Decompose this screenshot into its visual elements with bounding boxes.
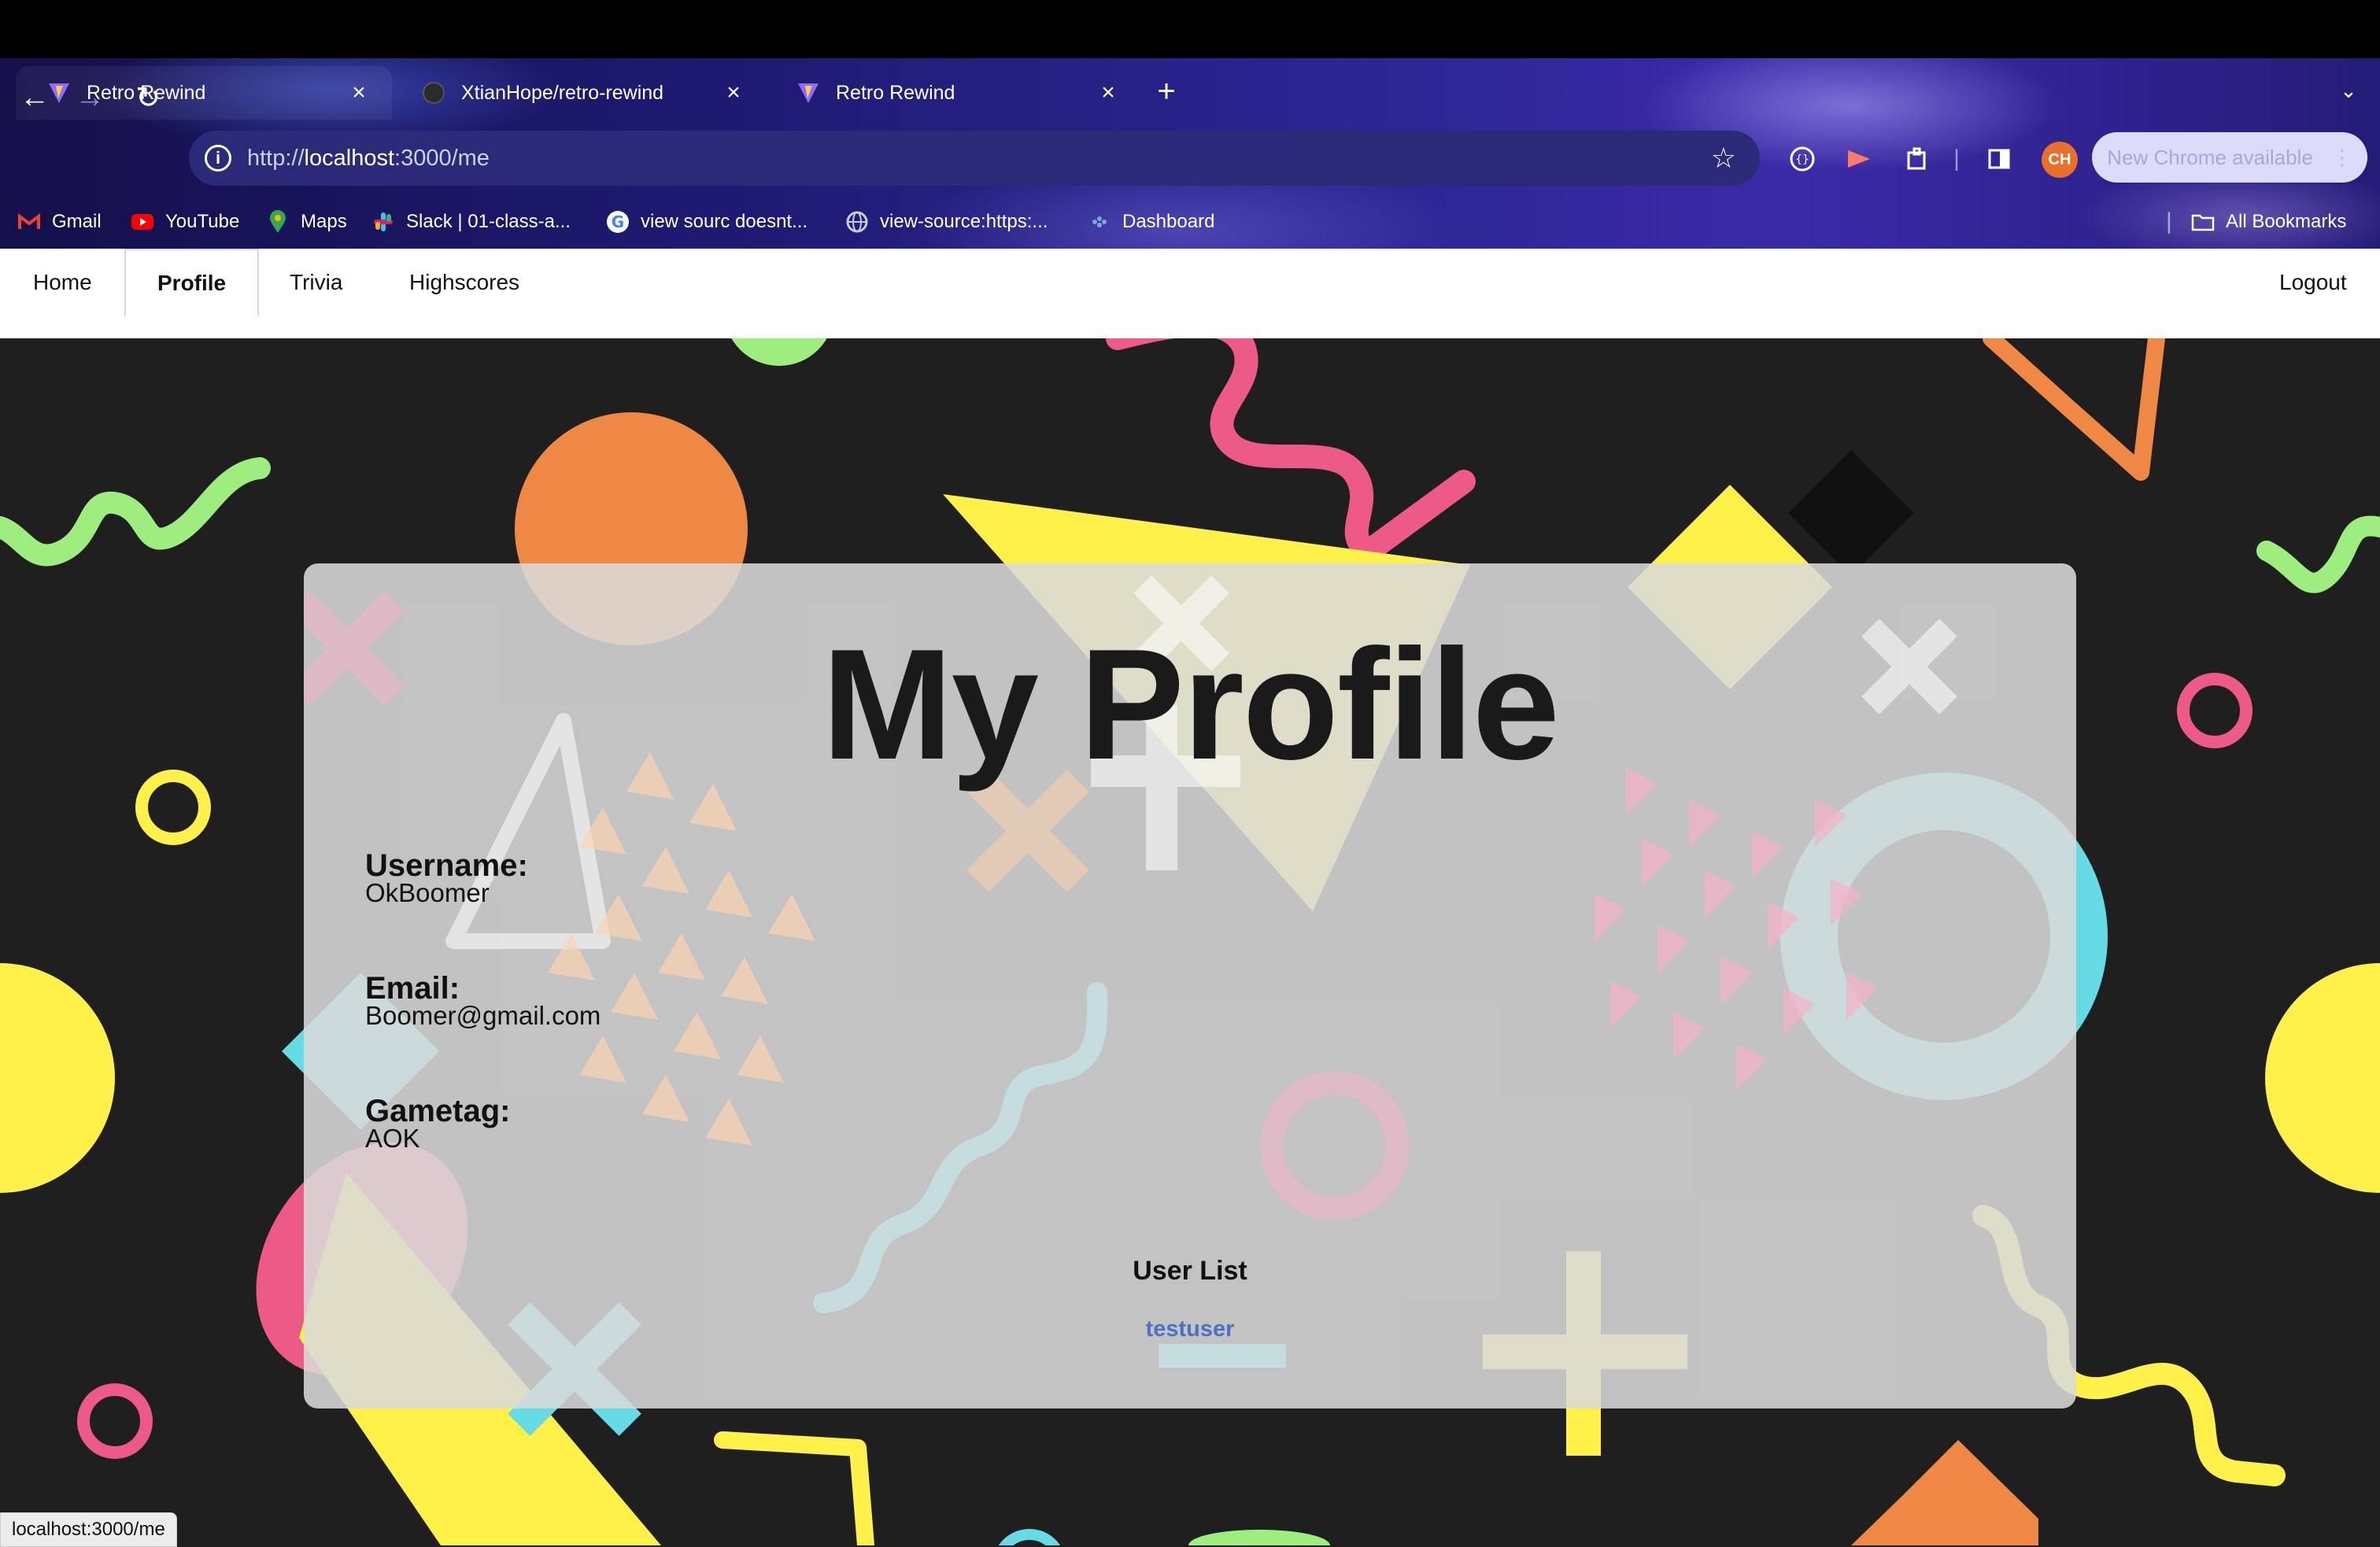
maps-icon [266, 210, 290, 234]
window-top-bar [0, 0, 2380, 58]
svg-text:G: G [612, 212, 624, 231]
svg-text:{}: {} [1795, 153, 1809, 166]
slack-icon [371, 210, 395, 234]
bookmark-view-source-search[interactable]: G view sourc doesnt... [606, 201, 808, 242]
close-tab-icon[interactable]: × [346, 79, 371, 105]
reload-icon[interactable]: ↻ [129, 79, 167, 116]
site-info-icon[interactable]: i [205, 145, 231, 172]
nav-highscores[interactable]: Highscores [409, 249, 519, 316]
email-value: Boomer@gmail.com [365, 1001, 601, 1030]
github-icon [422, 81, 445, 105]
cyan-bar-card [1159, 1344, 1286, 1368]
chrome-update-button[interactable]: New Chrome available ⋮ [2092, 132, 2367, 183]
status-bar: localhost:3000/me [0, 1512, 177, 1547]
tab-search-chevron-icon[interactable]: ⌄ [2334, 79, 2363, 107]
extensions-puzzle-icon[interactable] [1900, 142, 1935, 176]
green-squiggle-right-shape [2256, 515, 2380, 593]
navbar-spacer [0, 316, 2380, 338]
url-text: http://localhost:3000/me [247, 145, 490, 171]
yellow-corner-shape [714, 1431, 874, 1545]
tab-title: Retro Rewind [87, 81, 206, 104]
bookmark-youtube[interactable]: YouTube [131, 201, 239, 242]
all-bookmarks-button[interactable]: All Bookmarks [2191, 201, 2346, 242]
pink-squiggle-shape [1106, 338, 1476, 563]
address-bar[interactable]: i http://localhost:3000/me ☆ [189, 131, 1760, 186]
yellow-ring-shape [135, 770, 211, 845]
pink-ring-shape [2177, 673, 2252, 748]
toolbar-divider: | [1953, 146, 1960, 172]
google-icon: G [606, 210, 630, 234]
browser-tab-3[interactable]: Retro Rewind × [765, 66, 1141, 120]
vite-icon [796, 81, 820, 105]
user-list-title: User List [1133, 1256, 1247, 1286]
nav-trivia[interactable]: Trivia [290, 249, 342, 316]
gmail-icon [17, 210, 41, 234]
bookmark-star-icon[interactable]: ☆ [1711, 142, 1736, 175]
black-diamond-shape [1788, 450, 1914, 576]
side-panel-icon[interactable] [1982, 142, 2016, 176]
green-circle-shape [731, 338, 827, 366]
forward-icon[interactable]: → [71, 79, 109, 116]
folder-icon [2191, 210, 2215, 234]
tab-title: Retro Rewind [836, 81, 955, 104]
pink-ring-card [1260, 1071, 1410, 1220]
profile-avatar[interactable]: CH [2042, 142, 2078, 178]
orange-chevron-shape [1983, 338, 2165, 481]
nav-profile[interactable]: Profile [124, 249, 260, 318]
username-value: OkBoomer [365, 878, 490, 907]
pink-ring-bottom-shape [77, 1383, 153, 1459]
profile-card: My Profile Username: OkBoomer Email: Boo… [304, 563, 2076, 1409]
new-tab-button[interactable]: + [1151, 76, 1182, 107]
extension-icon[interactable]: {} [1785, 142, 1820, 176]
bookmarks-divider: | [2166, 209, 2172, 234]
browser-tab-2[interactable]: XtianHope/retro-rewind × [390, 66, 767, 120]
yellow-half-circle-left-shape [0, 963, 115, 1193]
page-title: My Profile [822, 617, 1560, 792]
green-squiggle-shape [0, 457, 271, 567]
orange-diamond-bottom-shape [1851, 1440, 2038, 1545]
bookmark-maps[interactable]: Maps [266, 201, 347, 242]
tab-title: XtianHope/retro-rewind [461, 81, 664, 104]
bookmark-slack[interactable]: Slack | 01-class-a... [371, 201, 571, 242]
close-tab-icon[interactable]: × [721, 79, 746, 105]
bookmark-dashboard[interactable]: Dashboard [1088, 201, 1214, 242]
youtube-icon [131, 210, 154, 234]
yellow-half-circle-right-shape [2265, 963, 2380, 1193]
close-tab-icon[interactable]: × [1096, 79, 1121, 105]
bookmarks-bar: Gmail YouTube Maps Slack | 01-class-a...… [0, 201, 2380, 242]
nav-home[interactable]: Home [33, 249, 92, 316]
user-list-item[interactable]: testuser [304, 1316, 2076, 1342]
bookmark-view-source-https[interactable]: view-source:https:... [845, 201, 1048, 242]
bookmark-gmail[interactable]: Gmail [17, 201, 102, 242]
screen-recorder-icon[interactable] [1842, 142, 1876, 176]
more-menu-icon[interactable]: ⋮ [2332, 146, 2352, 170]
app-navbar: Home Profile Trivia Highscores Logout [0, 249, 2380, 318]
nav-logout[interactable]: Logout [2279, 249, 2347, 316]
browser-chrome: Retro Rewind × XtianHope/retro-rewind × … [0, 58, 2380, 249]
globe-icon [845, 210, 869, 234]
dashboard-icon [1088, 210, 1111, 234]
back-icon[interactable]: ← [16, 79, 54, 116]
cyan-ring-bottom-shape [998, 1529, 1061, 1545]
gametag-value: AOK [365, 1124, 420, 1153]
green-half-circle-bottom-shape [1188, 1530, 1330, 1545]
pink-triangle-cluster [1595, 768, 1878, 1091]
